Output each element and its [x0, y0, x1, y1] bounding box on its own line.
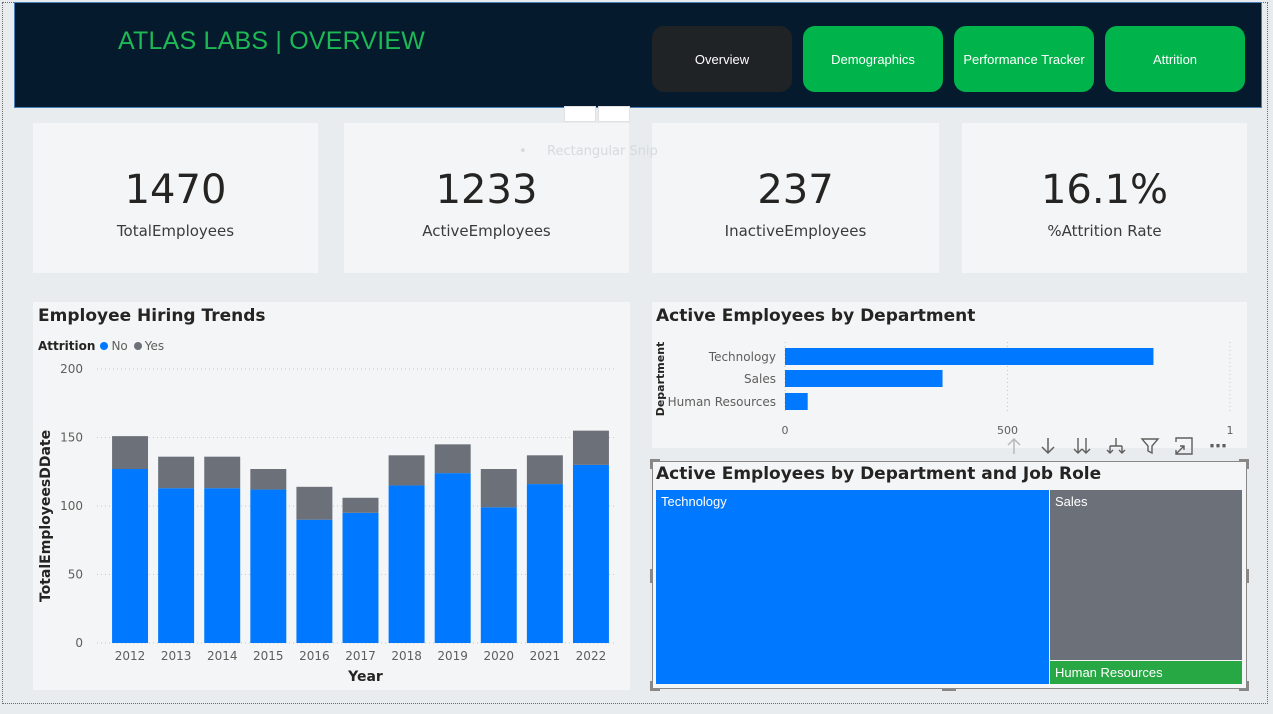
x-tick-label: 2012 — [115, 649, 146, 663]
y-tick-label: 200 — [60, 362, 83, 376]
bar-segment-yes — [204, 456, 241, 489]
resize-handle[interactable] — [650, 459, 653, 469]
bar-segment-no — [526, 484, 563, 643]
nav-overview-button[interactable]: Overview — [652, 26, 792, 92]
nav-performance-tracker-button[interactable]: Performance Tracker — [954, 26, 1094, 92]
x-tick-label: 2018 — [391, 649, 422, 663]
y-tick-label: 0 — [75, 636, 83, 650]
bar-segment-yes — [112, 436, 149, 470]
x-tick-label: 2015 — [253, 649, 284, 663]
kpi-value: 237 — [757, 167, 834, 213]
category-label: Sales — [744, 372, 776, 386]
bar-segment-yes — [572, 430, 609, 465]
kpi-value: 1233 — [435, 167, 538, 213]
dept-bar — [785, 393, 808, 410]
category-label: Technology — [708, 350, 776, 364]
bar-segment-no — [204, 488, 241, 643]
x-tick-label: 2019 — [437, 649, 468, 663]
hiring-chart-plot: 0 50 100 150 200 2012 2013 2014 2015 2016 2017 2018… — [38, 362, 614, 685]
bar-segment-no — [342, 512, 379, 643]
bar-segment-yes — [342, 497, 379, 513]
kpi-label: InactiveEmployees — [724, 222, 867, 240]
visual-toolbar: ⋯ — [997, 430, 1249, 462]
bar-segment-no — [434, 473, 471, 643]
resize-handle[interactable] — [942, 688, 956, 691]
nav-attrition-button[interactable]: Attrition — [1105, 26, 1245, 92]
double-arrow-down-icon[interactable] — [1065, 431, 1099, 461]
kpi-label: ActiveEmployees — [422, 222, 551, 240]
kpi-card-attrition-rate[interactable]: 16.1% %Attrition Rate — [962, 123, 1247, 273]
focus-mode-icon[interactable] — [1167, 431, 1201, 461]
arrow-up-icon[interactable] — [997, 431, 1031, 461]
kpi-label: %Attrition Rate — [1047, 222, 1162, 240]
x-tick-label: 0 — [782, 424, 789, 437]
kpi-value: 1470 — [124, 167, 227, 213]
kpi-card-inactive-employees[interactable]: 237 InactiveEmployees — [652, 123, 939, 273]
bar-segment-no — [158, 488, 195, 643]
x-tick-label: 2022 — [576, 649, 607, 663]
x-tick-label: 2013 — [161, 649, 192, 663]
kpi-value: 16.1% — [1040, 167, 1169, 213]
expand-hierarchy-icon[interactable] — [1099, 431, 1133, 461]
bar-segment-yes — [526, 455, 563, 485]
bar-segment-no — [296, 519, 333, 643]
resize-handle[interactable] — [1246, 569, 1249, 583]
ghost-bullet-icon: • — [519, 144, 527, 159]
bar-segment-no — [112, 469, 149, 643]
bar-segment-yes — [158, 456, 195, 489]
dept-chart-plot: 0 500 1TechnologySalesHuman ResourcesDepar… — [654, 342, 1234, 437]
bar-segment-no — [572, 464, 609, 643]
dept-bar — [785, 370, 943, 387]
ghost-snip-label: Rectangular Snip — [547, 144, 658, 159]
resize-handle[interactable] — [1246, 459, 1249, 469]
bar-segment-yes — [388, 455, 425, 486]
header-bar: ATLAS LABS | OVERVIEW Overview Demograph… — [14, 2, 1262, 108]
dept-chart-card[interactable]: Active Employees by Department 0 500 1 Tech… — [652, 302, 1247, 448]
x-tick-label: 2014 — [207, 649, 238, 663]
x-tick-label: 2016 — [299, 649, 330, 663]
nav-demographics-button[interactable]: Demographics — [803, 26, 943, 92]
x-tick-label: 2020 — [483, 649, 514, 663]
y-axis-label: TotalEmployeesDDate — [38, 430, 54, 602]
y-tick-label: 100 — [60, 499, 83, 513]
selection-frame — [652, 461, 1247, 689]
bar-segment-yes — [434, 444, 471, 474]
bar-segment-yes — [250, 469, 287, 490]
ghost-tab — [564, 106, 596, 122]
resize-handle[interactable] — [650, 681, 653, 691]
resize-handle[interactable] — [650, 569, 653, 583]
dept-bar — [785, 348, 1154, 365]
category-label: Human Resources — [668, 395, 776, 409]
bar-segment-yes — [296, 486, 333, 520]
kpi-label: TotalEmployees — [116, 222, 235, 240]
page-title: ATLAS LABS | OVERVIEW — [118, 27, 426, 55]
x-tick-label: 2017 — [345, 649, 376, 663]
bar-segment-yes — [480, 469, 517, 508]
arrow-down-icon[interactable] — [1031, 431, 1065, 461]
more-options-icon[interactable]: ⋯ — [1201, 431, 1235, 461]
y-tick-label: 150 — [60, 431, 83, 445]
bar-segment-no — [388, 485, 425, 643]
hiring-trends-card[interactable]: Employee Hiring Trends Attrition No Yes … — [33, 302, 630, 690]
y-axis-label: Department — [654, 342, 667, 417]
kpi-card-total-employees[interactable]: 1470 TotalEmployees — [33, 123, 318, 273]
x-axis-label: Year — [347, 669, 383, 685]
x-tick-label: 2021 — [530, 649, 561, 663]
y-tick-label: 50 — [68, 568, 83, 582]
filter-icon[interactable] — [1133, 431, 1167, 461]
ghost-tab — [598, 106, 630, 122]
bar-segment-no — [250, 489, 287, 643]
bar-segment-no — [480, 507, 517, 643]
resize-handle[interactable] — [1246, 681, 1249, 691]
